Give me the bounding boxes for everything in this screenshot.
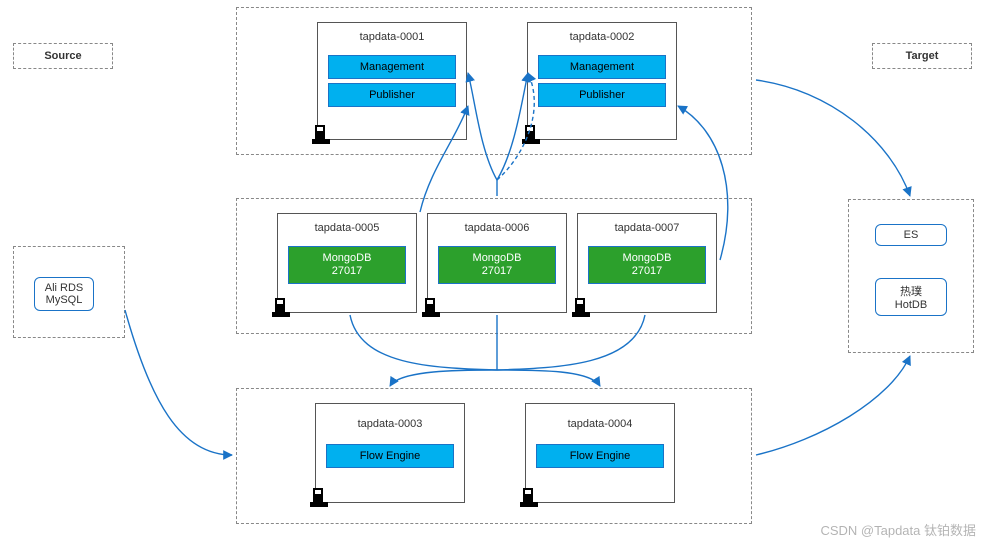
top-cluster: tapdata-0001 Management Publisher tapdat… — [236, 7, 752, 155]
service-management: Management — [328, 55, 456, 79]
node-title: tapdata-0002 — [528, 23, 676, 51]
node-tapdata-0005: tapdata-0005 MongoDB 27017 — [277, 213, 417, 313]
watermark: CSDN @Tapdata 钛铂数据 — [820, 520, 976, 539]
node-tapdata-0004: tapdata-0004 Flow Engine — [525, 403, 675, 503]
mid-cluster: tapdata-0005 MongoDB 27017 tapdata-0006 … — [236, 198, 752, 334]
source-label: Source — [13, 43, 113, 69]
server-icon — [520, 488, 538, 510]
target-es: ES — [875, 224, 947, 246]
server-icon — [312, 125, 330, 147]
node-title: tapdata-0004 — [526, 404, 674, 440]
node-tapdata-0007: tapdata-0007 MongoDB 27017 — [577, 213, 717, 313]
target-hotdb: 热璞 HotDB — [875, 278, 947, 316]
service-mongodb: MongoDB 27017 — [288, 246, 406, 284]
node-tapdata-0001: tapdata-0001 Management Publisher — [317, 22, 467, 140]
node-tapdata-0006: tapdata-0006 MongoDB 27017 — [427, 213, 567, 313]
source-db: Ali RDS MySQL — [34, 277, 94, 311]
node-title: tapdata-0007 — [578, 214, 716, 242]
service-mongodb: MongoDB 27017 — [588, 246, 706, 284]
service-flow-engine: Flow Engine — [326, 444, 454, 468]
server-icon — [572, 298, 590, 320]
server-icon — [522, 125, 540, 147]
node-tapdata-0003: tapdata-0003 Flow Engine — [315, 403, 465, 503]
source-group: Ali RDS MySQL — [13, 246, 125, 338]
bottom-cluster: tapdata-0003 Flow Engine tapdata-0004 Fl… — [236, 388, 752, 524]
server-icon — [272, 298, 290, 320]
node-title: tapdata-0003 — [316, 404, 464, 440]
service-publisher: Publisher — [538, 83, 666, 107]
service-management: Management — [538, 55, 666, 79]
node-title: tapdata-0006 — [428, 214, 566, 242]
node-title: tapdata-0001 — [318, 23, 466, 51]
target-label: Target — [872, 43, 972, 69]
node-tapdata-0002: tapdata-0002 Management Publisher — [527, 22, 677, 140]
node-title: tapdata-0005 — [278, 214, 416, 242]
server-icon — [422, 298, 440, 320]
server-icon — [310, 488, 328, 510]
service-publisher: Publisher — [328, 83, 456, 107]
service-mongodb: MongoDB 27017 — [438, 246, 556, 284]
service-flow-engine: Flow Engine — [536, 444, 664, 468]
target-group: ES 热璞 HotDB — [848, 199, 974, 353]
